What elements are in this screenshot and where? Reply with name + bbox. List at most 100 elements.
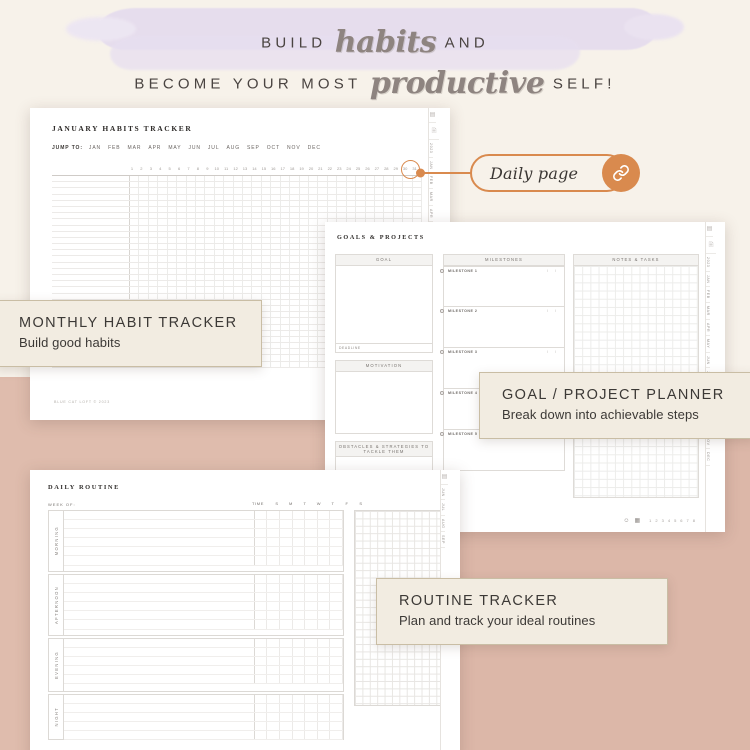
routine-day-cell[interactable] (280, 648, 293, 657)
habit-cell[interactable] (243, 200, 253, 206)
routine-task-cell[interactable] (64, 695, 255, 704)
habit-cell[interactable] (262, 182, 272, 188)
habit-cell[interactable] (262, 237, 272, 244)
habit-cell[interactable] (309, 355, 319, 361)
habit-cell[interactable] (290, 182, 300, 188)
habit-cell[interactable] (281, 262, 291, 268)
habit-cell[interactable] (366, 213, 375, 219)
habit-cell[interactable] (262, 176, 272, 182)
routine-row[interactable] (64, 657, 343, 667)
habit-cell[interactable] (205, 200, 215, 206)
habit-cell[interactable] (300, 281, 310, 287)
habit-cell[interactable] (300, 244, 310, 250)
habit-cell[interactable] (215, 194, 225, 200)
habit-cell[interactable] (243, 268, 253, 274)
toolbar-page-8[interactable]: 8 (693, 518, 695, 523)
habit-cell[interactable] (149, 188, 159, 194)
routine-day-cell[interactable] (330, 511, 343, 520)
habit-cell[interactable] (290, 268, 300, 274)
habit-cell[interactable] (281, 237, 291, 244)
habit-cell[interactable] (139, 256, 149, 262)
habit-cell[interactable] (215, 200, 225, 206)
habit-cell[interactable] (196, 281, 206, 287)
habit-cell[interactable] (271, 318, 281, 324)
habit-cell[interactable] (300, 225, 310, 231)
habit-name-cell[interactable] (52, 281, 130, 287)
habit-name-cell[interactable] (52, 225, 130, 231)
routine-day-cell[interactable] (293, 657, 306, 666)
routine-row[interactable] (64, 666, 343, 676)
habit-cell[interactable] (224, 219, 234, 225)
habit-cell[interactable] (309, 256, 319, 262)
habit-cell[interactable] (328, 194, 338, 200)
habit-cell[interactable] (318, 182, 328, 188)
habit-cell[interactable] (177, 194, 187, 200)
habit-cell[interactable] (149, 250, 159, 256)
routine-day-cell[interactable] (330, 666, 343, 675)
routine-task-cell[interactable] (64, 666, 255, 675)
goals-tab-dec[interactable]: DEC (706, 449, 710, 466)
month-jump-nav[interactable]: JUMP TO: JAN FEB MAR APR MAY JUN JUL AUG SEP OCT NO… (52, 145, 328, 151)
routine-tab-sep[interactable]: SEP (441, 532, 445, 549)
habit-cell[interactable] (271, 250, 281, 256)
routine-row[interactable] (64, 675, 343, 685)
habit-cell[interactable] (215, 188, 225, 194)
habit-cell[interactable] (413, 182, 423, 188)
routine-day-cell[interactable] (267, 547, 281, 556)
habit-cell[interactable] (215, 219, 225, 225)
habits-tab-0[interactable]: 2023 (429, 140, 433, 158)
routine-day-cell[interactable] (255, 520, 268, 529)
habit-cell[interactable] (243, 194, 253, 200)
routine-task-cell[interactable] (64, 731, 255, 740)
habit-cell[interactable] (262, 343, 272, 349)
routine-task-cell[interactable] (64, 722, 255, 731)
habit-cell[interactable] (290, 349, 300, 355)
habit-cell[interactable] (139, 225, 149, 231)
habit-cell[interactable] (168, 194, 178, 200)
habit-cell[interactable] (130, 225, 140, 231)
routine-day-cell[interactable] (255, 695, 268, 704)
routine-task-cell[interactable] (64, 575, 255, 584)
habit-cell[interactable] (168, 213, 178, 219)
goals-page-toolbar[interactable]: ☺ ▦ 12345678 (623, 517, 695, 525)
habit-cell[interactable] (262, 355, 272, 361)
habit-cell[interactable] (196, 176, 206, 182)
habit-cell[interactable] (168, 182, 178, 188)
habit-cell[interactable] (271, 176, 281, 182)
habit-name-cell[interactable] (52, 188, 130, 194)
habit-cell[interactable] (290, 318, 300, 324)
routine-day-cell[interactable] (255, 511, 268, 520)
habit-cell[interactable] (290, 225, 300, 231)
habit-cell[interactable] (318, 200, 328, 206)
milestone-checkbox[interactable] (440, 269, 444, 274)
habit-cell[interactable] (384, 182, 394, 188)
habit-cell[interactable] (252, 287, 262, 293)
habit-cell[interactable] (252, 268, 262, 274)
habit-cell[interactable] (300, 182, 310, 188)
habit-cell[interactable] (356, 188, 366, 194)
toolbar-page-6[interactable]: 6 (680, 518, 682, 523)
routine-task-cell[interactable] (64, 713, 255, 722)
jump-month-aug[interactable]: AUG (227, 145, 241, 151)
habit-cell[interactable] (290, 231, 300, 237)
habit-cell[interactable] (205, 182, 215, 188)
habit-cell[interactable] (187, 200, 196, 206)
habit-cell[interactable] (234, 206, 244, 213)
habit-cell[interactable] (384, 200, 394, 206)
routine-day-cell[interactable] (293, 511, 306, 520)
habit-cell[interactable] (384, 213, 394, 219)
milestone-checkbox[interactable] (440, 432, 444, 437)
habit-cell[interactable] (271, 188, 281, 194)
habit-cell[interactable] (318, 188, 328, 194)
habit-cell[interactable] (262, 200, 272, 206)
routine-row[interactable] (64, 584, 343, 594)
routine-day-cell[interactable] (305, 620, 318, 629)
habit-cell[interactable] (271, 182, 281, 188)
routine-day-cell[interactable] (330, 695, 343, 704)
routine-day-cell[interactable] (318, 731, 331, 740)
habit-cell[interactable] (196, 262, 206, 268)
habit-cell[interactable] (177, 231, 187, 237)
habit-cell[interactable] (309, 361, 319, 367)
routine-day-cell[interactable] (293, 722, 306, 731)
habit-cell[interactable] (262, 206, 272, 213)
